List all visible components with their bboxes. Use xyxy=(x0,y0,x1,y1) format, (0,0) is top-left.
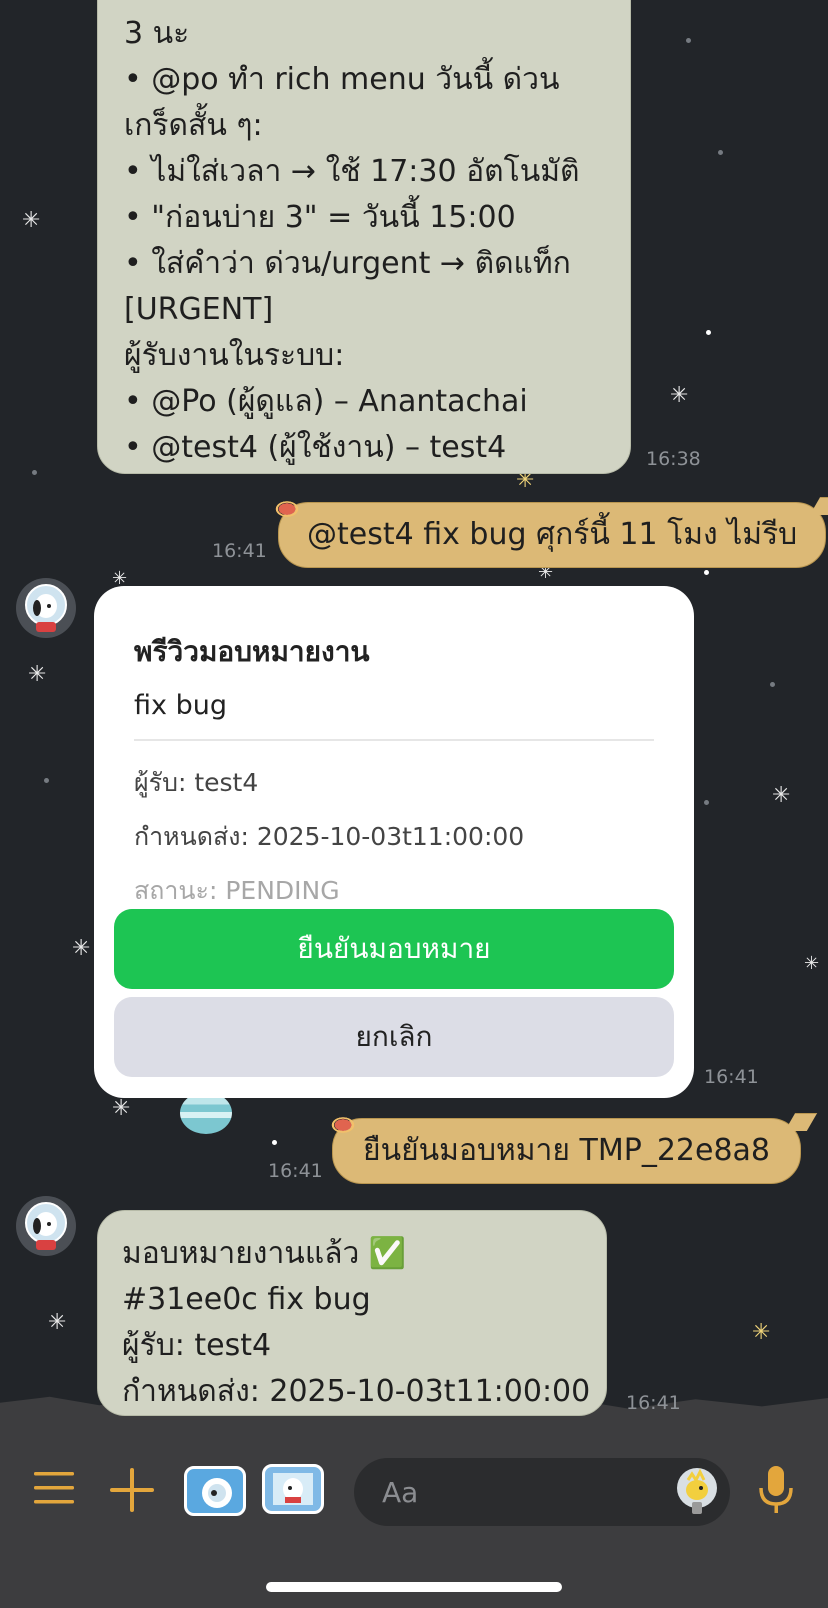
assignment-preview-card: พรีวิวมอบหมายงาน fix bug ผู้รับ: test4 ก… xyxy=(94,586,694,1098)
message-timestamp: 16:41 xyxy=(268,1160,323,1182)
star-dot xyxy=(32,470,37,475)
star-decoration: ✳ xyxy=(670,383,689,408)
message-line: [URGENT] xyxy=(124,292,274,327)
star-dot xyxy=(686,38,691,43)
star-dot xyxy=(272,1140,277,1145)
due-date-text: กำหนดส่ง: 2025-10-03t11:00:00 xyxy=(134,822,525,851)
message-line: • @test4 (ผู้ใช้งาน) – test4 xyxy=(124,430,507,465)
message-text: ยืนยันมอบหมาย TMP_22e8a8 xyxy=(363,1133,771,1168)
star-decoration: ✳ xyxy=(28,662,47,687)
star-dot xyxy=(718,150,723,155)
message-line: 3 นะ xyxy=(124,16,190,51)
incoming-message-bubble: 3 นะ • @po ทำ rich menu วันนี้ ด่วน เกร็… xyxy=(97,0,631,474)
message-line: #31ee0c fix bug xyxy=(122,1282,371,1317)
plus-icon-glyph xyxy=(110,1468,154,1512)
star-decoration: ✳ xyxy=(112,1096,131,1121)
message-line: กำหนดส่ง: 2025-10-03t11:00:00 xyxy=(122,1374,591,1409)
status-text: สถานะ: PENDING xyxy=(134,876,340,905)
input-placeholder: Aa xyxy=(382,1475,419,1509)
message-line: ผู้รับ: test4 xyxy=(122,1328,272,1363)
outgoing-message-bubble: @test4 fix bug ศุกร์นี้ 11 โมง ไม่รีบ xyxy=(278,497,828,568)
message-timestamp: 16:41 xyxy=(626,1392,681,1414)
message-line: เกร็ดสั้น ๆ: xyxy=(124,108,263,143)
star-decoration: ✳ xyxy=(772,783,791,808)
photo-sticker-icon[interactable] xyxy=(262,1464,324,1514)
avatar[interactable] xyxy=(16,578,76,638)
avatar[interactable] xyxy=(16,1196,76,1256)
message-line: • ไม่ใส่เวลา → ใช้ 17:30 อัตโนมัติ xyxy=(124,154,580,189)
message-line: มอบหมายงานแล้ว ✅ xyxy=(122,1236,407,1271)
menu-icon[interactable] xyxy=(34,1470,74,1510)
card-divider xyxy=(134,739,654,741)
card-title: พรีวิวมอบหมายงาน xyxy=(134,635,370,668)
message-line: ผู้รับงานในระบบ: xyxy=(124,338,345,373)
microphone-icon-glyph xyxy=(759,1466,793,1513)
star-decoration: ✳ xyxy=(72,936,91,961)
planet-badge-icon xyxy=(274,500,300,518)
star-decoration: ✳ xyxy=(22,208,41,233)
star-decoration: ✳ xyxy=(48,1310,67,1335)
cancel-button[interactable]: ยกเลิก xyxy=(114,997,674,1077)
message-line: • "ก่อนบ่าย 3" = วันนี้ 15:00 xyxy=(124,200,516,235)
star-dot xyxy=(770,682,775,687)
menu-icon-glyph xyxy=(34,1472,74,1504)
assignee-text: ผู้รับ: test4 xyxy=(134,768,259,797)
planet-badge-icon xyxy=(330,1116,356,1134)
camera-sticker-icon[interactable] xyxy=(184,1466,246,1516)
message-line: • @Po (ผู้ดูแล) – Anantachai xyxy=(124,384,528,419)
message-input[interactable]: Aa xyxy=(354,1458,730,1526)
outgoing-message-bubble: ยืนยันมอบหมาย TMP_22e8a8 xyxy=(332,1113,818,1184)
camera-icon-glyph xyxy=(202,1478,232,1508)
snoopy-astronaut-icon xyxy=(18,1198,74,1254)
task-name: fix bug xyxy=(134,690,227,721)
star-dot xyxy=(704,800,709,805)
message-text: @test4 fix bug ศุกร์นี้ 11 โมง ไม่รีบ xyxy=(307,517,798,552)
star-decoration: ✳ xyxy=(804,953,820,974)
message-timestamp: 16:41 xyxy=(212,540,267,562)
sticker-icon[interactable] xyxy=(674,1464,720,1527)
message-timestamp: 16:38 xyxy=(646,448,701,470)
chat-toolbar: Aa xyxy=(0,1424,828,1608)
star-decoration: ✳ xyxy=(752,1320,771,1345)
message-line: • @po ทำ rich menu วันนี้ ด่วน xyxy=(124,62,560,97)
photo-icon-glyph xyxy=(273,1473,313,1505)
confirm-assign-button[interactable]: ยืนยันมอบหมาย xyxy=(114,909,674,989)
microphone-icon[interactable] xyxy=(758,1466,794,1518)
incoming-message-bubble: มอบหมายงานแล้ว ✅ #31ee0c fix bug ผู้รับ:… xyxy=(97,1210,607,1416)
star-dot xyxy=(704,570,709,575)
home-indicator xyxy=(266,1582,562,1592)
plus-icon[interactable] xyxy=(110,1468,154,1516)
star-dot xyxy=(706,330,711,335)
planet-decoration xyxy=(180,1092,232,1134)
snoopy-astronaut-icon xyxy=(18,580,74,636)
message-timestamp: 16:41 xyxy=(704,1066,759,1088)
message-line: • ใส่คำว่า ด่วน/urgent → ติดแท็ก xyxy=(124,246,571,281)
woodstock-sticker-glyph xyxy=(677,1468,717,1514)
star-dot xyxy=(44,778,49,783)
